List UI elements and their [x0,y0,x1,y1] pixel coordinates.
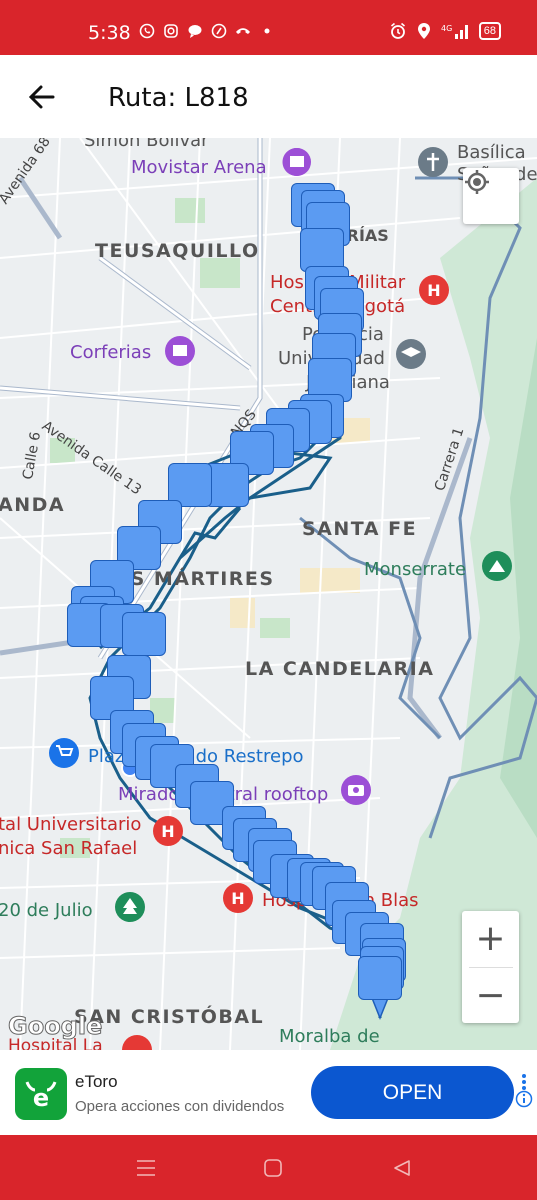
network-type: 4G [441,24,452,33]
info-icon [515,1090,533,1108]
label-basilica[interactable]: Basílica [457,142,526,163]
label-20-de-julio[interactable]: 20 de Julio [0,900,93,921]
zoom-controls: + − [462,911,519,1023]
hospital-la-marker-icon[interactable] [122,1035,152,1050]
svg-text:e: e [33,1084,49,1112]
instagram-icon [162,22,180,40]
route-stop-marker[interactable] [358,956,402,1000]
zoom-in-button[interactable]: + [462,911,519,967]
dot-icon [258,22,276,40]
my-location-icon [465,170,489,194]
route-stop-marker[interactable] [122,612,166,656]
label-movistar-arena[interactable]: Movistar Arena [131,157,267,178]
label-hospital-universitario[interactable]: tal Universitario [0,814,141,835]
label-monserrate[interactable]: Monserrate [364,559,466,580]
monserrate-marker-icon[interactable] [482,551,512,581]
zoom-out-button[interactable]: − [462,967,519,1023]
system-back-button[interactable] [389,1155,415,1181]
phone-icon [234,22,252,40]
signal-icon: 4G [441,22,471,40]
status-time: 5:38 [88,22,131,44]
label-anda: ANDA [0,494,66,516]
basilica-marker-icon[interactable] [418,147,448,177]
hospital-militar-marker-icon[interactable]: H [419,275,449,305]
university-marker-icon[interactable] [396,339,426,369]
system-icons: 4G 68 [389,22,501,40]
notification-icons [138,22,276,40]
label-teusaquillo: TEUSAQUILLO [95,240,260,262]
back-triangle-icon [394,1160,410,1176]
svg-text:H: H [427,281,440,300]
home-button[interactable] [260,1155,286,1181]
plaza-marker-icon[interactable] [49,738,79,768]
label-santa-fe: SANTA FE [302,518,418,540]
ad-banner[interactable]: e eToro Opera acciones con dividendos OP… [0,1050,537,1135]
svg-text:H: H [231,889,244,908]
battery-level: 68 [478,22,501,40]
my-location-button[interactable] [463,168,519,224]
arrow-left-icon [28,85,55,109]
park-marker-icon[interactable] [115,892,145,922]
google-attribution[interactable]: Google [7,1012,102,1041]
svg-text:H: H [161,822,174,841]
back-button[interactable] [22,77,62,117]
system-nav-bar [0,1135,537,1200]
label-simon-bolivar: Simón Bolívar [84,138,209,151]
label-moralba[interactable]: Moralba de [279,1026,380,1047]
mirador-marker-icon[interactable] [341,775,371,805]
ad-open-button[interactable]: OPEN [311,1066,514,1119]
location-icon [415,22,433,40]
label-corferias[interactable]: Corferias [70,342,151,363]
page-title: Ruta: L818 [108,83,249,113]
app-bar: Ruta: L818 [0,55,537,138]
compass-icon [210,22,228,40]
alarm-icon [389,22,407,40]
movistar-marker-icon[interactable] [282,148,311,176]
ad-info-button[interactable] [514,1074,534,1114]
label-la-candelaria: LA CANDELARIA [245,658,435,680]
etoro-bull-icon[interactable]: e [15,1068,67,1120]
label-san-cristobal: SAN CRISTÓBAL [74,1006,265,1028]
hospital-san-blas-marker-icon[interactable]: H [223,883,253,913]
status-bar: 5:38 4G 68 [0,0,537,55]
whatsapp-icon [138,22,156,40]
ad-subtitle: Opera acciones con dividendos [75,1098,285,1115]
hospital-univ-marker-icon[interactable]: H [153,816,183,846]
chat-icon [186,22,204,40]
home-square-icon [264,1159,282,1177]
menu-icon [137,1160,155,1176]
recent-apps-button[interactable] [133,1155,159,1181]
ad-app-name[interactable]: eToro [75,1072,118,1092]
map-view[interactable]: H H H Simón Bolívar Movistar Arena Basíl… [0,138,537,1050]
corferias-marker-icon[interactable] [165,336,195,366]
label-hospital-universitario-2: nica San Rafael [0,838,138,859]
kebab-icon [522,1074,526,1090]
